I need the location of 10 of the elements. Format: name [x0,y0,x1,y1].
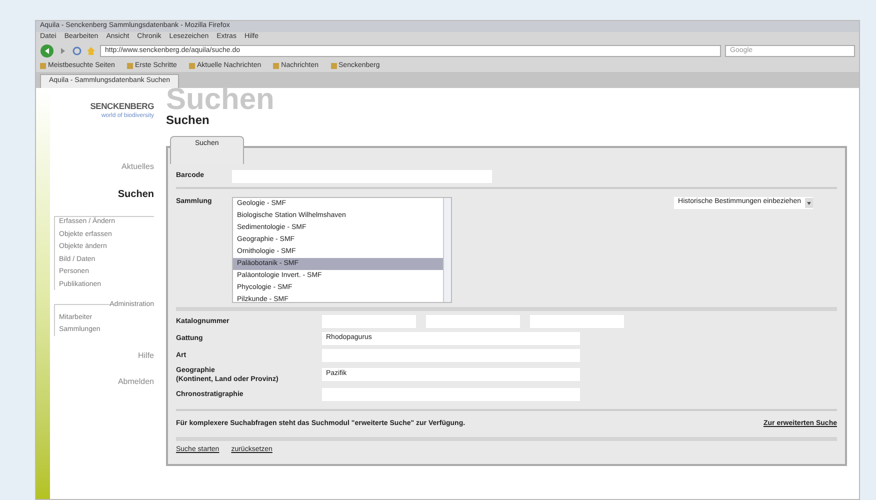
nav-link[interactable]: Aktuelles [50,161,154,174]
back-icon[interactable] [40,44,54,58]
reload-icon[interactable] [72,46,82,56]
scrollbar[interactable] [443,198,451,302]
nav-link[interactable]: Suchen [50,187,154,202]
home-icon[interactable] [86,46,96,56]
page-heading: Suchen [166,112,210,126]
nav-link[interactable]: Hilfe [50,350,154,362]
nav-link[interactable]: Abmelden [50,376,154,388]
logo: SENCKENBERG [89,100,154,112]
